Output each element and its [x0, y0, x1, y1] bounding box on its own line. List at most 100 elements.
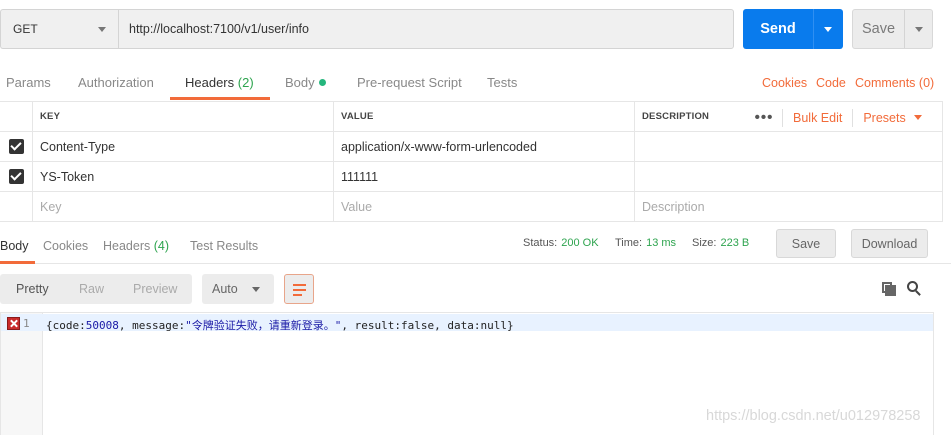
col-key: KEY: [32, 102, 333, 131]
presets-label: Presets: [863, 110, 906, 125]
wrap-lines-icon[interactable]: [284, 274, 314, 304]
request-url-bar: GET http://localhost:7100/v1/user/info: [0, 9, 734, 49]
tab-authorization[interactable]: Authorization: [78, 75, 154, 90]
wrap-line: [293, 289, 306, 291]
result-key: , result:: [341, 319, 401, 332]
tab-headers-count: (2): [237, 75, 254, 90]
code-text: {code:50008, message:"令牌验证失败，请重新登录。", re…: [46, 317, 514, 333]
send-dropdown-icon[interactable]: [813, 9, 843, 49]
value-input[interactable]: Value: [333, 192, 634, 221]
send-label: Send: [760, 21, 796, 37]
header-check-col: [0, 102, 32, 131]
download-button[interactable]: Download: [851, 229, 928, 258]
code-value: 50008: [85, 319, 119, 332]
headers-table: KEY VALUE DESCRIPTION ••• Bulk Edit Pres…: [0, 101, 943, 222]
col-value: VALUE: [333, 102, 634, 131]
status-info: Status: 200 OK: [523, 237, 599, 249]
save-dropdown-icon[interactable]: [904, 10, 932, 48]
send-button[interactable]: Send: [743, 9, 843, 49]
more-options-icon[interactable]: •••: [746, 109, 782, 126]
wrap-line: [293, 294, 302, 296]
tab-prerequest-script[interactable]: Pre-request Script: [357, 75, 462, 90]
error-icon: [7, 317, 20, 330]
size-info: Size: 223 B: [692, 237, 749, 249]
method-label: GET: [13, 22, 38, 36]
tab-headers[interactable]: Headers (2): [185, 75, 254, 90]
tab-response-headers-count: (4): [153, 239, 170, 253]
url-text: http://localhost:7100/v1/user/info: [129, 22, 309, 36]
size-value: 223 B: [720, 237, 750, 249]
size-label: Size:: [692, 237, 717, 249]
value-cell[interactable]: 111111: [333, 162, 634, 191]
line-number: 1: [23, 317, 30, 330]
description-input[interactable]: Description: [634, 192, 943, 221]
url-input[interactable]: http://localhost:7100/v1/user/info: [118, 9, 734, 49]
data-key: , data:: [434, 319, 481, 332]
time-info: Time: 13 ms: [615, 237, 676, 249]
copy-icon[interactable]: [882, 282, 896, 296]
value-cell[interactable]: application/x-www-form-urlencoded: [333, 132, 634, 161]
checkbox[interactable]: [8, 169, 24, 184]
status-label: Status:: [523, 237, 558, 249]
cookies-link[interactable]: Cookies: [762, 76, 807, 90]
watermark: https://blog.csdn.net/u012978258: [706, 408, 921, 424]
active-tab-indicator: [0, 261, 35, 264]
code-close: }: [506, 319, 514, 332]
table-row-new: Key Value Description: [0, 192, 943, 222]
format-label: Auto: [212, 282, 238, 296]
table-row: Content-Type application/x-www-form-urle…: [0, 132, 943, 162]
tab-body[interactable]: Body: [285, 75, 326, 90]
tab-response-headers[interactable]: Headers (4): [103, 239, 169, 253]
response-view-bar: Pretty Raw Preview Auto: [0, 273, 951, 305]
active-tab-indicator: [170, 97, 270, 100]
key-cell[interactable]: Content-Type: [32, 132, 333, 161]
view-pretty[interactable]: Pretty: [16, 282, 49, 296]
code-open: {code:: [46, 319, 86, 332]
format-select[interactable]: Auto: [202, 274, 274, 304]
checkbox[interactable]: [8, 139, 24, 154]
time-label: Time:: [615, 237, 643, 249]
message-key: , message:: [118, 319, 186, 332]
tab-params[interactable]: Params: [6, 75, 51, 90]
message-value: "令牌验证失败，请重新登录。": [185, 319, 342, 332]
tab-headers-label: Headers: [185, 75, 235, 90]
code-line: 1 {code:50008, message:"令牌验证失败，请重新登录。", …: [1, 314, 933, 333]
view-mode-segment: Pretty Raw Preview: [0, 274, 192, 304]
body-indicator-dot: [318, 79, 326, 86]
request-tabs: Params Authorization Headers (2) Body Pr…: [0, 68, 951, 100]
table-header-row: KEY VALUE DESCRIPTION ••• Bulk Edit Pres…: [0, 101, 943, 132]
chevron-down-icon: [98, 27, 106, 32]
save-button[interactable]: Save: [852, 9, 933, 49]
row-check-cell: [0, 132, 32, 161]
tab-body-label: Body: [285, 75, 315, 90]
tab-test-results[interactable]: Test Results: [190, 239, 258, 253]
bulk-edit-link[interactable]: Bulk Edit: [783, 111, 852, 125]
tab-tests[interactable]: Tests: [487, 75, 517, 90]
time-value: 13 ms: [646, 237, 677, 249]
save-label: Save: [861, 21, 896, 37]
comments-link[interactable]: Comments (0): [855, 76, 934, 90]
save-response-button[interactable]: Save: [776, 229, 836, 258]
result-value: false: [400, 319, 435, 332]
tab-response-cookies[interactable]: Cookies: [43, 239, 88, 253]
table-tools: ••• Bulk Edit Presets: [746, 102, 932, 133]
description-cell[interactable]: [634, 162, 943, 191]
key-input[interactable]: Key: [32, 192, 333, 221]
row-check-cell: [0, 162, 32, 191]
chevron-down-icon: [252, 287, 260, 292]
response-bar: Body Cookies Headers (4) Test Results St…: [0, 226, 951, 264]
presets-dropdown[interactable]: Presets: [853, 111, 931, 125]
view-raw[interactable]: Raw: [79, 282, 104, 296]
table-row: YS-Token 111111: [0, 162, 943, 192]
method-select[interactable]: GET: [0, 9, 118, 49]
search-icon[interactable]: [907, 281, 923, 297]
tab-response-body[interactable]: Body: [0, 239, 29, 253]
tab-response-headers-label: Headers: [103, 239, 151, 253]
chevron-down-icon: [913, 114, 922, 120]
code-link[interactable]: Code: [816, 76, 846, 90]
description-cell[interactable]: [634, 132, 943, 161]
key-cell[interactable]: YS-Token: [32, 162, 333, 191]
row-check-cell: [0, 192, 32, 221]
view-preview[interactable]: Preview: [133, 282, 177, 296]
data-value: null: [480, 319, 507, 332]
